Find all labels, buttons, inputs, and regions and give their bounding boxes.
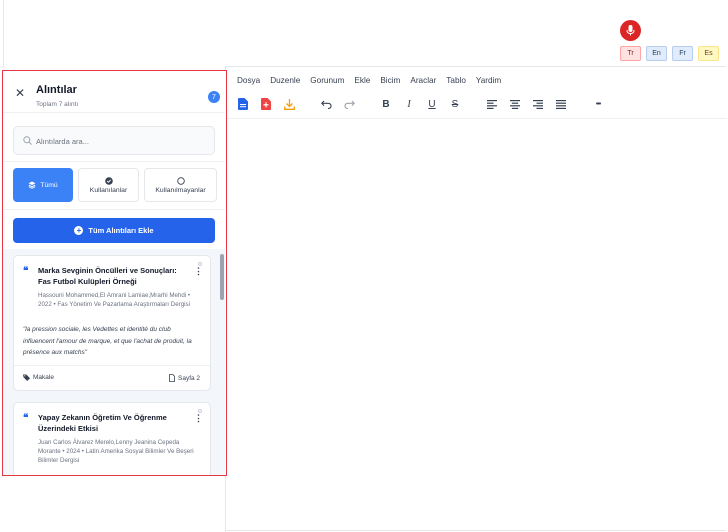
language-fr-button[interactable]: Fr: [672, 46, 693, 61]
toolbar-divider: [226, 118, 727, 119]
filter-all-tab[interactable]: Tümü: [13, 168, 73, 202]
panel-subtitle: Toplam 7 alıntı: [36, 101, 79, 108]
filter-unused-tab[interactable]: Kullanılmayanlar: [144, 168, 217, 202]
pdf-export-button[interactable]: [258, 95, 274, 113]
filter-unused-label: Kullanılmayanlar: [155, 186, 206, 194]
close-panel-button[interactable]: ✕: [15, 87, 25, 99]
check-circle-icon: [104, 176, 113, 185]
language-es-button[interactable]: Es: [698, 46, 719, 61]
quote-icon: ❝: [23, 413, 29, 424]
filter-used-label: Kullanılanlar: [89, 186, 128, 194]
word-export-button[interactable]: [235, 95, 251, 113]
pdf-export-icon: [261, 98, 271, 110]
align-center-icon: [510, 99, 520, 109]
card-divider: [14, 365, 210, 366]
list-scrollbar[interactable]: [220, 254, 224, 300]
layers-icon: [28, 181, 36, 189]
citation-meta: Hassouni Mohammed,El Amrani Lamiae,Mrarh…: [38, 292, 191, 308]
menu-ekle[interactable]: Ekle: [354, 76, 370, 85]
add-all-label: Tüm Alıntıları Ekle: [88, 226, 154, 235]
microphone-icon: [626, 25, 635, 36]
citation-quote: "la pression sociale, les Vedettes et id…: [23, 326, 192, 356]
divider: [3, 209, 225, 210]
citations-panel: ✕ Alıntılar Toplam 7 alıntı 7 Tümü Kulla…: [2, 70, 227, 476]
word-export-icon: [238, 98, 248, 110]
citation-list: ❝ Marka Sevginin Öncülleri ve Sonuçları:…: [3, 249, 225, 475]
editor-toolbar: B I U S •••: [234, 95, 724, 115]
underline-button[interactable]: U: [424, 95, 440, 113]
redo-icon: [343, 100, 355, 109]
text-editor: Dosya Duzenle Gorunum Ekle Bicim Araclar…: [225, 66, 727, 532]
citation-type-label: Makale: [33, 374, 54, 381]
filter-tabs: Tümü Kullanılanlar Kullanılmayanlar: [13, 168, 217, 202]
editor-bottom-border: [225, 530, 726, 531]
citation-title: Marka Sevginin Öncülleri ve Sonuçları: F…: [38, 266, 177, 286]
search-input[interactable]: [36, 134, 206, 148]
download-button[interactable]: [281, 95, 297, 113]
citation-card[interactable]: ❝ Marka Sevginin Öncülleri ve Sonuçları:…: [13, 255, 211, 391]
filter-all-label: Tümü: [40, 181, 58, 189]
quote-icon: ❝: [23, 266, 29, 277]
italic-button[interactable]: I: [401, 95, 417, 113]
bold-button[interactable]: B: [378, 95, 394, 113]
search-box: [13, 126, 215, 155]
align-justify-button[interactable]: [553, 95, 569, 113]
menu-araclar[interactable]: Araclar: [410, 76, 436, 85]
citation-page: Sayfa 2: [169, 374, 200, 382]
citation-card[interactable]: ❝ Yapay Zekanın Öğretim Ve Öğrenme Üzeri…: [13, 402, 211, 475]
citation-type: Makale: [23, 374, 54, 381]
align-right-icon: [533, 99, 543, 109]
menu-dosya[interactable]: Dosya: [237, 76, 260, 85]
align-justify-icon: [556, 99, 566, 109]
panel-header: ✕ Alıntılar Toplam 7 alıntı 7: [3, 71, 225, 113]
align-left-icon: [487, 99, 497, 109]
undo-icon: [320, 100, 332, 109]
language-en-button[interactable]: En: [646, 46, 667, 61]
card-menu-button[interactable]: ⋮: [194, 414, 203, 423]
search-icon: [23, 136, 32, 145]
status-dot: [198, 409, 202, 413]
menu-gorunum[interactable]: Gorunum: [310, 76, 344, 85]
circle-icon: [176, 176, 185, 185]
language-switcher: Tr En Fr Es: [620, 46, 719, 61]
app-root: Tr En Fr Es Dosya Duzenle Gorunum Ekle B…: [0, 0, 728, 532]
status-dot: [198, 262, 202, 266]
align-left-button[interactable]: [484, 95, 500, 113]
download-icon: [283, 98, 295, 110]
microphone-button[interactable]: [620, 20, 641, 41]
divider: [3, 161, 225, 162]
card-menu-button[interactable]: ⋮: [194, 267, 203, 276]
tag-icon: [23, 374, 30, 381]
panel-title: Alıntılar: [36, 84, 77, 96]
menu-duzenle[interactable]: Duzenle: [270, 76, 300, 85]
menu-bicim[interactable]: Bicim: [380, 76, 400, 85]
undo-button[interactable]: [318, 95, 334, 113]
align-center-button[interactable]: [507, 95, 523, 113]
citation-page-label: Sayfa 2: [178, 374, 201, 382]
citation-count-badge: 7: [208, 91, 220, 103]
document-icon: [169, 374, 175, 382]
more-button[interactable]: •••: [590, 95, 606, 113]
strikethrough-button[interactable]: S: [447, 95, 463, 113]
align-right-button[interactable]: [530, 95, 546, 113]
filter-used-tab[interactable]: Kullanılanlar: [78, 168, 139, 202]
citation-title: Yapay Zekanın Öğretim Ve Öğrenme Üzerind…: [38, 413, 167, 433]
citation-meta: Juan Carlos Álvarez Merelo,Lenny Jeanina…: [38, 439, 194, 464]
editor-menubar: Dosya Duzenle Gorunum Ekle Bicim Araclar…: [237, 76, 501, 85]
menu-yardim[interactable]: Yardim: [476, 76, 501, 85]
plus-circle-icon: +: [74, 226, 84, 235]
add-all-citations-button[interactable]: + Tüm Alıntıları Ekle: [13, 218, 215, 243]
language-tr-button[interactable]: Tr: [620, 46, 641, 61]
top-divider: [3, 0, 4, 68]
menu-tablo[interactable]: Tablo: [446, 76, 466, 85]
redo-button[interactable]: [341, 95, 357, 113]
